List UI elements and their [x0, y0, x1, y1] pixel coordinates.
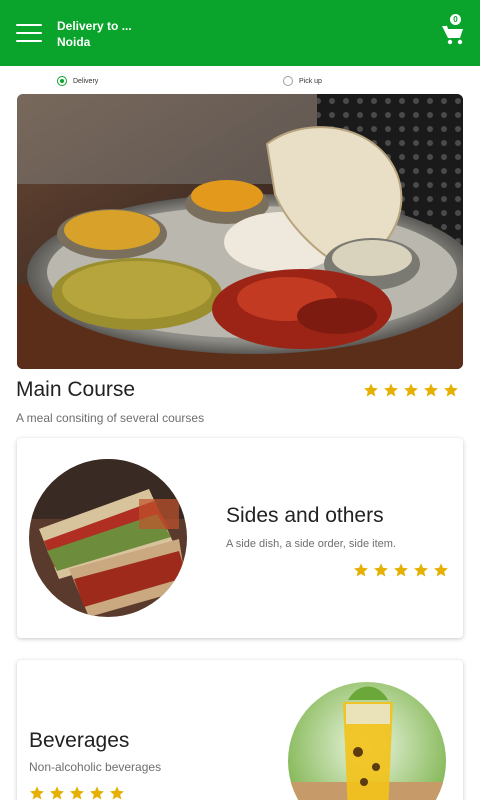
sides-title: Sides and others: [226, 504, 384, 527]
delivery-radio[interactable]: [57, 76, 67, 86]
star-icon: [404, 383, 418, 397]
star-icon: [70, 786, 84, 800]
star-icon: [414, 563, 428, 577]
cart-button[interactable]: 0: [440, 14, 466, 46]
main-course-title: Main Course: [16, 378, 136, 401]
pickup-option-label: Pick up: [299, 77, 322, 85]
sides-description: A side dish, a side order, side item.: [226, 538, 396, 550]
app-bar: Delivery to ... Noida 0: [0, 0, 480, 66]
category-card-beverages[interactable]: Beverages Non-alcoholic beverages: [17, 660, 463, 800]
sides-rating: [353, 562, 449, 580]
beverages-title: Beverages: [29, 729, 130, 752]
category-card-sides[interactable]: Sides and others A side dish, a side ord…: [17, 438, 463, 638]
star-icon: [424, 383, 438, 397]
main-course-rating: [363, 382, 459, 400]
delivery-option-label: Delivery: [73, 77, 99, 85]
star-icon: [30, 786, 44, 800]
cart-count-badge: 0: [450, 14, 461, 25]
delivery-option[interactable]: Delivery: [57, 75, 98, 87]
star-icon: [384, 383, 398, 397]
star-icon: [394, 563, 408, 577]
main-course-description: A meal consiting of several courses: [16, 411, 205, 425]
star-icon: [90, 786, 104, 800]
location-name: Noida: [57, 35, 91, 49]
sides-thumbnail: [29, 459, 187, 617]
star-icon: [50, 786, 64, 800]
pickup-option[interactable]: Pick up: [283, 75, 322, 87]
main-course-image[interactable]: [17, 94, 463, 369]
order-mode-selector: Delivery Pick up: [0, 72, 480, 90]
pickup-radio[interactable]: [283, 76, 293, 86]
star-icon: [444, 383, 458, 397]
star-icon: [434, 563, 448, 577]
star-icon: [364, 383, 378, 397]
hamburger-menu-icon[interactable]: [16, 24, 42, 42]
delivery-label: Delivery to ...: [57, 19, 132, 33]
beverages-rating: [29, 785, 125, 800]
beverages-thumbnail: [288, 682, 446, 800]
star-icon: [374, 563, 388, 577]
star-icon: [354, 563, 368, 577]
star-icon: [110, 786, 124, 800]
delivery-location[interactable]: Delivery to ... Noida: [57, 18, 132, 50]
beverages-description: Non-alcoholic beverages: [29, 760, 162, 774]
